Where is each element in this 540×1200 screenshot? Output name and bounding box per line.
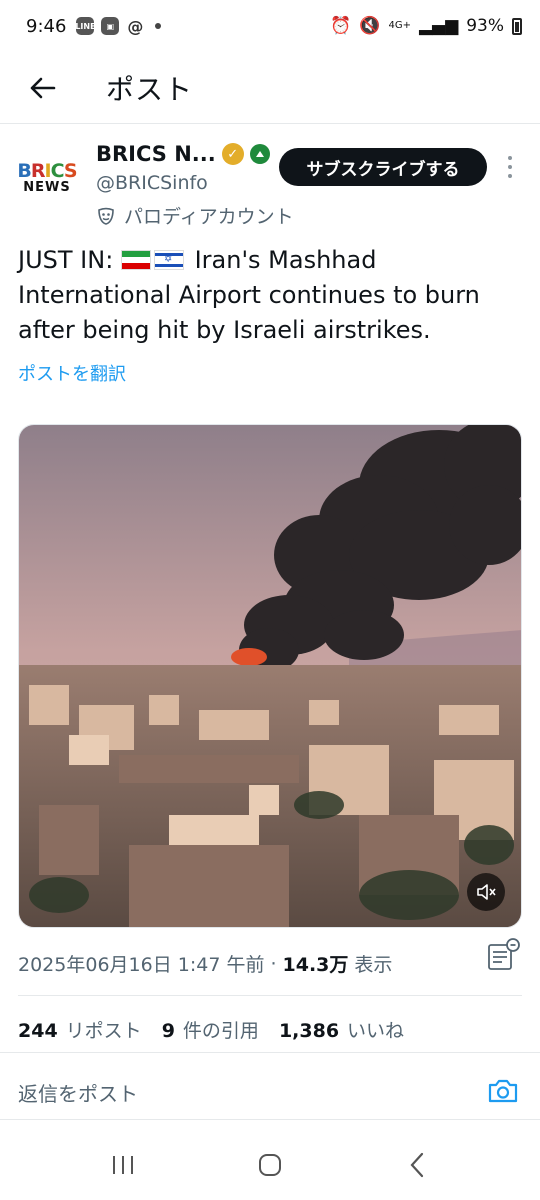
page-title: ポスト — [106, 72, 194, 106]
mute-icon: 🔇 — [359, 16, 381, 36]
threads-icon: @ — [127, 16, 144, 36]
quotes-stat[interactable]: 9 件の引用 — [162, 1016, 259, 1043]
israel-flag-icon: ✡ — [153, 250, 184, 270]
reply-composer: 返信をポスト — [0, 1064, 540, 1120]
reposts-stat[interactable]: 244 リポスト — [18, 1016, 142, 1043]
back-button[interactable] — [0, 52, 84, 124]
gallery-icon: ▣ — [101, 17, 120, 35]
battery-percent: 93% — [466, 16, 504, 36]
battery-icon — [512, 17, 522, 35]
post-timestamp[interactable]: 2025年06月16日 1:47 午前 — [18, 950, 264, 977]
author-name[interactable]: BRICS N... ✓ — [96, 142, 270, 166]
recent-apps-icon — [113, 1156, 134, 1174]
status-bar: 9:46 LINE ▣ @ ⏰ 🔇 4G+ ▂▄▆ 93% — [0, 0, 540, 52]
iran-flag-icon — [120, 250, 151, 270]
system-back-button[interactable] — [387, 1140, 447, 1190]
camera-button[interactable] — [486, 1074, 520, 1108]
translate-link[interactable]: ポストを翻訳 — [18, 360, 126, 386]
analytics-icon — [488, 938, 520, 970]
speaker-muted-icon — [477, 884, 496, 900]
camera-icon — [488, 1079, 518, 1103]
avatar-subtext: NEWS — [23, 179, 71, 195]
chevron-left-icon — [410, 1152, 423, 1178]
engagement-stats: 244 リポスト 9 件の引用 1,386 いいね — [18, 1016, 404, 1043]
signal-icon: ▂▄▆ — [418, 16, 459, 36]
verified-badge-icon: ✓ — [221, 143, 244, 165]
meta-separator: · — [270, 952, 277, 975]
parody-text: パロディアカウント — [124, 206, 294, 228]
status-time: 9:46 — [26, 15, 67, 37]
reply-input[interactable]: 返信をポスト — [18, 1078, 138, 1107]
post-metadata: 2025年06月16日 1:47 午前 · 14.3万 表示 — [18, 950, 392, 977]
avatar[interactable]: BRICS NEWS — [16, 150, 78, 204]
display-name: BRICS N... — [96, 142, 216, 166]
home-icon — [258, 1154, 281, 1176]
parody-mask-icon — [98, 207, 114, 225]
more-notifications-icon — [155, 23, 162, 29]
author-handle[interactable]: @BRICSinfo — [96, 172, 208, 194]
post-author: BRICS NEWS BRICS N... ✓ @BRICSinfo パロディア… — [16, 140, 526, 230]
subscribe-button[interactable]: サブスクライブする — [279, 148, 487, 186]
more-dot-icon — [508, 156, 512, 160]
post-text-prefix: JUST IN: — [18, 246, 114, 274]
notification-icons: LINE ▣ @ — [75, 16, 162, 36]
video-frame — [19, 425, 521, 927]
more-dot-icon — [508, 174, 512, 178]
likes-stat[interactable]: 1,386 いいね — [279, 1016, 404, 1043]
divider — [0, 1052, 540, 1064]
top-app-bar: ポスト — [0, 52, 540, 124]
network-type: 4G+ — [388, 20, 411, 31]
parody-label: パロディアカウント — [96, 202, 294, 229]
more-options-button[interactable] — [500, 152, 520, 182]
recent-apps-button[interactable] — [93, 1140, 153, 1190]
home-button[interactable] — [240, 1140, 300, 1190]
more-dot-icon — [508, 165, 512, 169]
reply-placeholder: 返信をポスト — [18, 1082, 138, 1106]
post-video[interactable] — [18, 424, 522, 928]
avatar-logo: BRICS — [17, 159, 77, 182]
views-count: 14.3万 — [282, 954, 349, 976]
post-text: JUST IN: ✡ Iran's Mashhad International … — [18, 243, 524, 348]
affiliate-badge-icon — [249, 144, 270, 164]
system-navigation-bar — [0, 1130, 540, 1200]
alarm-icon: ⏰ — [330, 16, 352, 36]
divider — [18, 995, 522, 996]
post-analytics-button[interactable] — [484, 936, 524, 976]
views-label: 表示 — [354, 954, 393, 976]
back-arrow-icon — [30, 77, 56, 98]
line-app-icon: LINE — [75, 17, 96, 35]
system-status: ⏰ 🔇 4G+ ▂▄▆ 93% — [330, 16, 522, 36]
mute-toggle-button[interactable] — [467, 873, 505, 911]
